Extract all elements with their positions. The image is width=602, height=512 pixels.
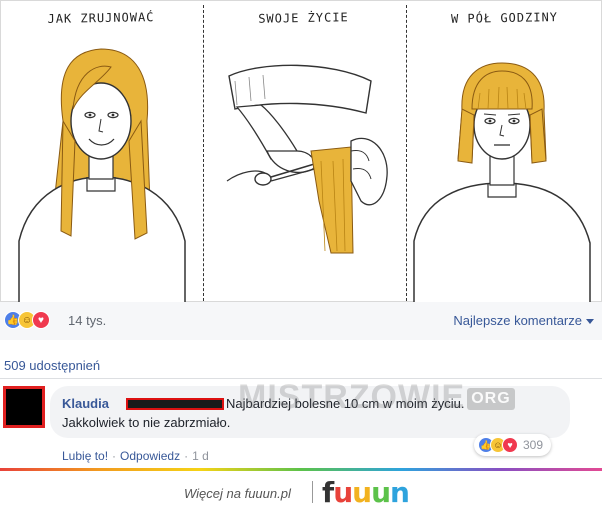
comment-author-link[interactable]: Klaudia [62, 396, 109, 411]
logo-letter: n [390, 476, 410, 509]
logo-letter: f [322, 476, 334, 509]
shares-count-link[interactable]: 509 udostępnień [4, 358, 100, 373]
avatar[interactable] [3, 386, 45, 428]
long-hair-woman-drawing [18, 48, 186, 303]
reaction-count[interactable]: 14 tys. [68, 313, 106, 328]
separator-dot: · [112, 449, 117, 463]
comment-reactions[interactable]: 👍 ☺ ♥ 309 [474, 434, 552, 456]
scissors-cutting-hair-drawing [226, 64, 388, 254]
love-icon: ♥ [502, 437, 518, 453]
watermark-text: MISTRZOWIE [238, 378, 466, 416]
footer-more-link[interactable]: Więcej na fuuun.pl [184, 486, 291, 501]
footer-separator [312, 481, 313, 503]
comic-panel-2: SWOJE ŻYCIE [201, 1, 406, 303]
comic-panel-1: JAK ZRUJNOWAĆ [1, 1, 201, 303]
reactions-bar: 👍 ☺ ♥ 14 tys. Najlepsze komentarze [0, 302, 602, 340]
comment: Klaudia Najbardziej bolesne 10 cm w moim… [0, 378, 602, 470]
like-action-link[interactable]: Lubię to! [62, 449, 108, 463]
footer: Więcej na fuuun.pl fuuun [0, 471, 602, 512]
comment-actions: Lubię to! · Odpowiedz · 1 d [62, 449, 209, 463]
redacted-surname [126, 398, 224, 410]
reaction-icons[interactable]: 👍 ☺ ♥ [4, 311, 50, 329]
watermark-suffix: ORG [467, 388, 515, 411]
comment-reaction-count: 309 [523, 438, 544, 452]
comment-text-line-2: Jakkolwiek to nie zabrzmiało. [62, 415, 231, 430]
comic-panel-3: W PÓŁ GODZINY [406, 1, 602, 303]
logo-letter: u [371, 476, 391, 509]
caret-down-icon [586, 319, 594, 325]
watermark: MISTRZOWIE ORG [238, 378, 515, 417]
sort-comments-label: Najlepsze komentarze [453, 313, 582, 328]
separator-dot: · [184, 449, 189, 463]
reply-action-link[interactable]: Odpowiedz [120, 449, 180, 463]
love-icon: ♥ [32, 311, 50, 329]
comic-image: JAK ZRUJNOWAĆ SWOJE ŻYCIE W PÓŁ GODZINY [0, 0, 602, 303]
comment-timestamp[interactable]: 1 d [192, 449, 209, 463]
logo-letter: u [333, 476, 353, 509]
short-hair-woman-drawing [413, 62, 591, 303]
fuuun-logo[interactable]: fuuun [322, 476, 410, 509]
sort-comments-dropdown[interactable]: Najlepsze komentarze [453, 313, 594, 328]
logo-letter: u [352, 476, 372, 509]
